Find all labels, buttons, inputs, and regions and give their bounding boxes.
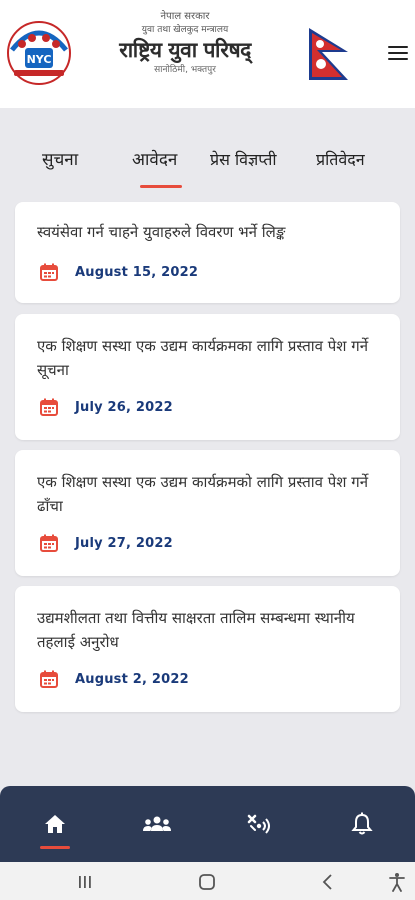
bottom-navigation bbox=[0, 786, 415, 862]
header-title-block: नेपाल सरकार युवा तथा खेलकुद मन्त्रालय रा… bbox=[95, 10, 275, 77]
bell-icon bbox=[351, 812, 373, 835]
calendar-icon bbox=[40, 398, 58, 416]
notice-date: August 15, 2022 bbox=[75, 264, 199, 280]
notice-card[interactable]: एक शिक्षण सस्था एक उद्यम कार्यक्रमका लाग… bbox=[15, 314, 400, 440]
notice-title: उद्यमशीलता तथा वित्तीय साक्षरता तालिम सम… bbox=[37, 609, 355, 651]
notice-date: August 2, 2022 bbox=[75, 671, 189, 687]
notice-date-row: July 26, 2022 bbox=[39, 397, 173, 417]
notice-card[interactable]: स्वयंसेवा गर्न चाहने युवाहरुले विवरण भर्… bbox=[15, 202, 400, 303]
home-system-button[interactable] bbox=[195, 872, 219, 892]
address-label: सानोठिमी, भक्तपुर bbox=[154, 65, 216, 75]
menu-bar bbox=[388, 45, 408, 48]
tab-notice[interactable]: सुचना bbox=[42, 145, 78, 175]
government-label: नेपाल सरकार bbox=[160, 11, 210, 22]
network-icon bbox=[247, 814, 270, 834]
app-header: NYC नेपाल सरकार युवा तथा खेलकुद मन्त्राल… bbox=[0, 0, 415, 108]
notice-date-row: August 2, 2022 bbox=[39, 669, 189, 689]
menu-bar bbox=[388, 51, 408, 54]
back-chevron-icon bbox=[322, 874, 332, 890]
nav-notifications[interactable] bbox=[344, 806, 380, 842]
nav-home[interactable] bbox=[37, 806, 73, 842]
menu-bar bbox=[388, 57, 408, 60]
calendar-icon bbox=[40, 263, 58, 281]
council-name: राष्ट्रिय युवा परिषद् bbox=[119, 37, 251, 62]
logo-text: NYC bbox=[27, 53, 52, 66]
group-icon bbox=[143, 816, 171, 831]
tab-application[interactable]: आवेदन bbox=[132, 145, 177, 175]
ministry-label: युवा तथा खेलकुद मन्त्रालय bbox=[141, 25, 229, 35]
nepal-flag-icon bbox=[309, 28, 348, 80]
recent-apps-button[interactable] bbox=[73, 872, 97, 892]
accessibility-icon bbox=[389, 873, 405, 892]
recent-apps-icon bbox=[79, 876, 91, 888]
notice-card[interactable]: उद्यमशीलता तथा वित्तीय साक्षरता तालिम सम… bbox=[15, 586, 400, 712]
notice-title: एक शिक्षण सस्था एक उद्यम कार्यक्रमको लाग… bbox=[37, 473, 369, 515]
notice-date-row: July 27, 2022 bbox=[39, 533, 173, 553]
notice-title: एक शिक्षण सस्था एक उद्यम कार्यक्रमका लाग… bbox=[37, 337, 369, 379]
home-icon bbox=[45, 815, 65, 833]
nav-groups[interactable] bbox=[139, 806, 175, 842]
tab-press-release[interactable]: प्रेस विज्ञप्ती bbox=[210, 145, 277, 175]
active-nav-indicator bbox=[40, 846, 70, 849]
notice-date: July 27, 2022 bbox=[75, 535, 173, 551]
notice-date: July 26, 2022 bbox=[75, 399, 173, 415]
category-tabs: सुचना आवेदन प्रेस विज्ञप्ती प्रतिवेदन bbox=[0, 145, 415, 189]
nav-network[interactable] bbox=[241, 806, 277, 842]
nyc-logo: NYC bbox=[7, 21, 71, 85]
notice-card[interactable]: एक शिक्षण सस्था एक उद्यम कार्यक्रमको लाग… bbox=[15, 450, 400, 576]
back-button[interactable] bbox=[316, 872, 340, 892]
system-navigation-bar bbox=[0, 862, 415, 900]
tab-report[interactable]: प्रतिवेदन bbox=[316, 145, 365, 175]
calendar-icon bbox=[40, 534, 58, 552]
notice-date-row: August 15, 2022 bbox=[39, 262, 198, 282]
notice-title: स्वयंसेवा गर्न चाहने युवाहरुले विवरण भर्… bbox=[37, 223, 286, 241]
calendar-icon bbox=[40, 670, 58, 688]
accessibility-button[interactable] bbox=[385, 872, 409, 892]
active-tab-indicator bbox=[140, 185, 182, 188]
menu-button[interactable] bbox=[386, 42, 410, 66]
square-home-icon bbox=[199, 874, 215, 890]
